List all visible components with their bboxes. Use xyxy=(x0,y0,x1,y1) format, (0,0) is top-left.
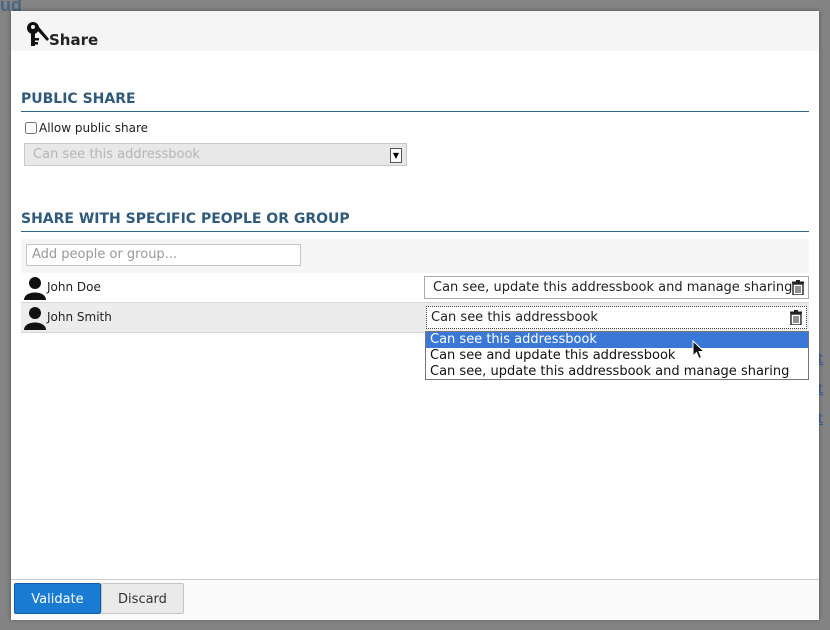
user-icon xyxy=(24,307,46,330)
permission-dropdown-list: Can see this addressbook Can see and upd… xyxy=(425,331,809,380)
permission-option[interactable]: Can see this addressbook xyxy=(426,332,808,348)
public-share-permission-select: Can see this addressbook ▼ xyxy=(24,143,407,166)
trash-icon[interactable] xyxy=(790,310,802,325)
share-user-row: John Doe Can see, update this addressboo… xyxy=(21,273,809,302)
user-permission-value: Can see, update this addressbook and man… xyxy=(433,280,793,295)
permission-option[interactable]: Can see and update this addressbook xyxy=(426,348,808,364)
background-link: t xyxy=(818,412,824,427)
share-user-row: John Smith Can see this addressbook xyxy=(21,302,809,333)
validate-button[interactable]: Validate xyxy=(14,583,101,614)
user-permission-select[interactable]: Can see this addressbook xyxy=(426,306,807,329)
user-icon xyxy=(24,277,46,300)
public-share-heading: PUBLIC SHARE xyxy=(21,91,809,112)
share-dialog: Share PUBLIC SHARE Allow public share Ca… xyxy=(11,11,819,620)
user-permission-value: Can see this addressbook xyxy=(431,310,598,325)
dialog-titlebar: Share xyxy=(11,11,819,51)
mouse-cursor-icon xyxy=(692,340,706,360)
background-links: t t t xyxy=(818,345,830,435)
key-icon xyxy=(27,22,49,46)
trash-icon[interactable] xyxy=(792,280,804,295)
user-name: John Smith xyxy=(47,310,112,324)
specific-share-heading: SHARE WITH SPECIFIC PEOPLE OR GROUP xyxy=(21,211,809,232)
background-link: t xyxy=(818,382,824,397)
discard-button[interactable]: Discard xyxy=(101,583,184,614)
dialog-footer: Validate Discard xyxy=(11,579,819,620)
add-people-input[interactable]: Add people or group... xyxy=(26,244,301,266)
allow-public-share-checkbox[interactable] xyxy=(25,122,37,134)
permission-option[interactable]: Can see, update this addressbook and man… xyxy=(426,364,808,380)
public-share-select-value: Can see this addressbook xyxy=(33,147,200,162)
user-name: John Doe xyxy=(47,280,101,294)
dialog-title: Share xyxy=(49,31,99,49)
user-permission-select[interactable]: Can see, update this addressbook and man… xyxy=(424,276,809,299)
background-link: t xyxy=(818,352,824,367)
allow-public-share-label: Allow public share xyxy=(39,121,149,135)
add-people-bar: Add people or group... xyxy=(21,239,809,273)
chevron-down-icon: ▼ xyxy=(390,148,402,163)
allow-public-share[interactable]: Allow public share xyxy=(25,121,148,135)
